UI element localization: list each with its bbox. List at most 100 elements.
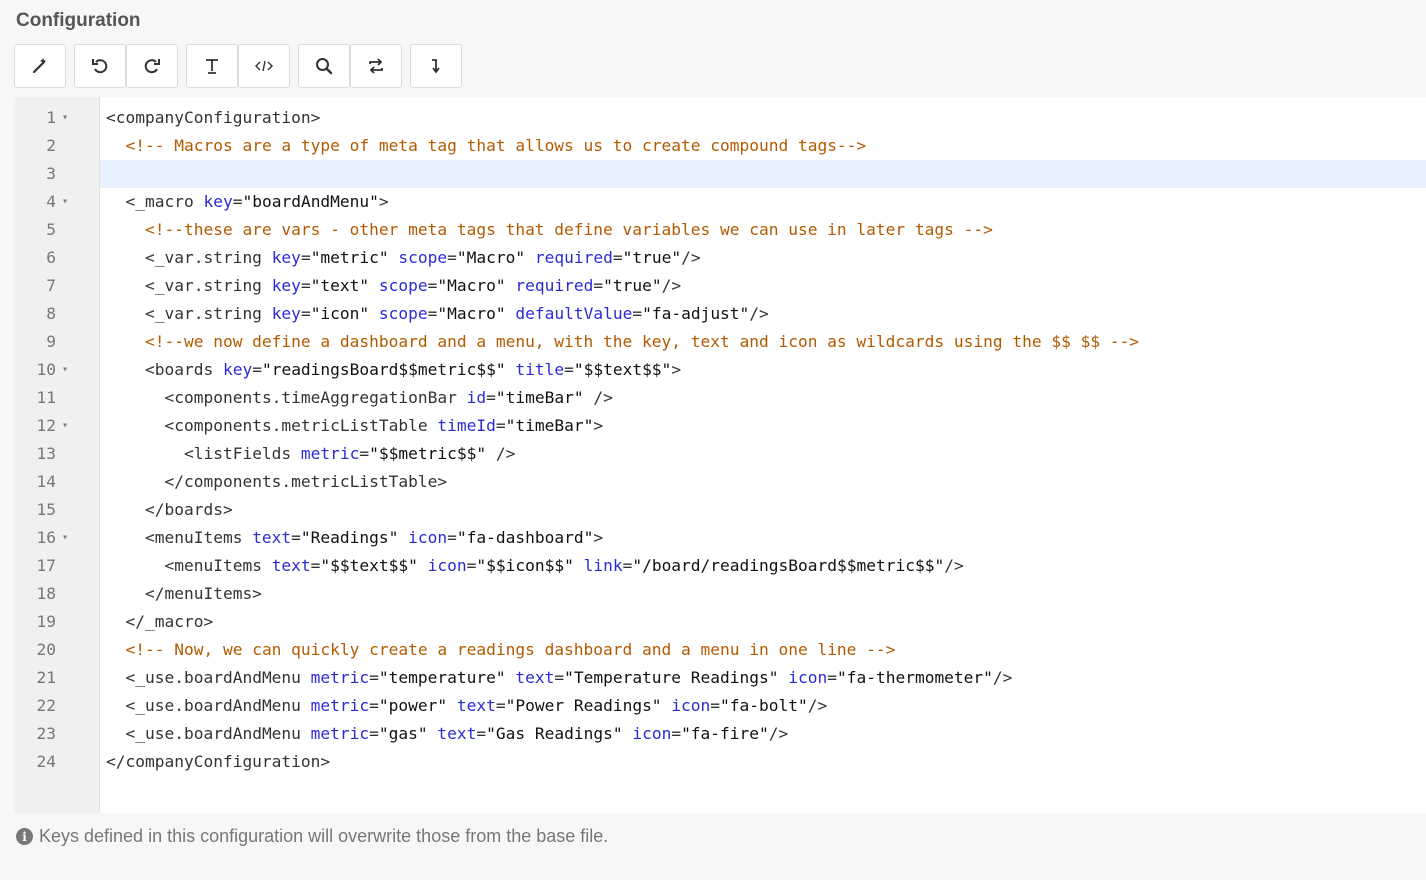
code-token: link (583, 556, 623, 575)
code-token: "true" (622, 248, 682, 267)
code-line[interactable]: 8 <_var.string key="icon" scope="Macro" … (14, 300, 1426, 328)
code-token: scope (398, 248, 448, 267)
code-token: title (515, 360, 565, 379)
code-token: "fa-adjust" (642, 304, 750, 323)
code-token: "readingsBoard$$metric$$" (261, 360, 506, 379)
code-line[interactable]: 7 <_var.string key="text" scope="Macro" … (14, 272, 1426, 300)
undo-button[interactable] (74, 44, 126, 88)
replace-button[interactable] (350, 44, 402, 88)
code-token: "$$metric$$" (369, 444, 487, 463)
redo-button[interactable] (126, 44, 178, 88)
code-line[interactable]: 24 </companyConfiguration> (14, 748, 1426, 776)
fold-toggle-icon[interactable]: ▾ (62, 524, 68, 552)
code-line[interactable]: 12 ▾ <components.metricListTable timeId="… (14, 412, 1426, 440)
code-line[interactable]: 22 <_use.boardAndMenu metric="power" tex… (14, 692, 1426, 720)
fold-toggle-icon[interactable]: ▾ (62, 356, 68, 384)
code-token: "Readings" (300, 528, 399, 547)
code-text: </_macro> (106, 608, 214, 636)
code-line[interactable]: 10 ▾ <boards key="readingsBoard$$metric$$… (14, 356, 1426, 384)
code-token: = (486, 388, 496, 407)
code-line[interactable]: 3 (14, 160, 1426, 188)
code-editor[interactable]: 1 ▾ <companyConfiguration> 2 <!-- Macros ar… (14, 97, 1426, 813)
code-text: <_var.string key="text" scope="Macro" re… (106, 272, 681, 300)
code-token: <!--we now define a dashboard and a menu… (144, 332, 1140, 351)
code-text: <_use.boardAndMenu metric="gas" text="Ga… (106, 720, 789, 748)
code-line[interactable]: 1 ▾ <companyConfiguration> (14, 104, 1426, 132)
code-line[interactable]: 6 <_var.string key="metric" scope="Macro… (14, 244, 1426, 272)
code-line[interactable]: 13 <listFields metric="$$metric$$" /> (14, 440, 1426, 468)
code-token: = (466, 556, 477, 575)
redo-icon (144, 59, 160, 74)
code-token: </_macro> (125, 612, 214, 631)
editor-toolbar (14, 44, 462, 88)
code-token: <_use.boardAndMenu (125, 668, 311, 687)
code-token: <boards (144, 360, 223, 379)
code-token: = (300, 248, 311, 267)
search-button[interactable] (298, 44, 350, 88)
line-number: 21 (36, 668, 57, 687)
code-line[interactable]: 15 </boards> (14, 496, 1426, 524)
code-text: <listFields metric="$$metric$$" /> (106, 440, 515, 468)
code-token: = (671, 724, 682, 743)
goto-line-icon (432, 59, 440, 74)
code-token: = (447, 248, 457, 267)
code-line[interactable]: 17 <menuItems text="$$text$$" icon="$$ic… (14, 552, 1426, 580)
code-token: /> (661, 276, 682, 295)
code-line[interactable]: 18 </menuItems> (14, 580, 1426, 608)
line-number: 23 (36, 724, 57, 743)
line-number: 12 (36, 416, 57, 435)
fold-toggle-icon[interactable]: ▾ (62, 104, 68, 132)
line-number: 10 (36, 360, 57, 379)
search-icon (316, 58, 333, 75)
code-token: </menuItems> (144, 584, 262, 603)
line-number: 9 (46, 332, 56, 351)
code-token: <menuItems (144, 528, 253, 547)
code-token: = (612, 248, 623, 267)
code-token: = (369, 696, 379, 715)
text-button[interactable] (186, 44, 238, 88)
code-line[interactable]: 11 <components.timeAggregationBar id="ti… (14, 384, 1426, 412)
code-token: = (291, 528, 301, 547)
code-token: scope (378, 304, 428, 323)
code-line[interactable]: 14 </components.metricListTable> (14, 468, 1426, 496)
code-token: = (369, 668, 379, 687)
format-button[interactable] (14, 44, 66, 88)
code-line[interactable]: 4 ▾ <_macro key="boardAndMenu"> (14, 188, 1426, 216)
code-text: <_var.string key="icon" scope="Macro" de… (106, 300, 769, 328)
code-token: <_var.string (144, 248, 272, 267)
code-line[interactable]: 5 <!--these are vars - other meta tags t… (14, 216, 1426, 244)
code-line[interactable]: 9 <!--we now define a dashboard and a me… (14, 328, 1426, 356)
code-token: icon (671, 696, 711, 715)
code-token: text (456, 696, 496, 715)
code-line[interactable]: 23 <_use.boardAndMenu metric="gas" text=… (14, 720, 1426, 748)
code-line[interactable]: 16 ▾ <menuItems text="Readings" icon="fa-… (14, 524, 1426, 552)
code-token: icon (427, 556, 467, 575)
code-text: <components.metricListTable timeId="time… (106, 412, 603, 440)
code-token: = (593, 276, 604, 295)
code-line[interactable]: 19 </_macro> (14, 608, 1426, 636)
code-token: > (593, 416, 604, 435)
code-line[interactable]: 21 <_use.boardAndMenu metric="temperatur… (14, 664, 1426, 692)
code-text: <_macro key="boardAndMenu"> (106, 188, 389, 216)
code-line[interactable]: 2 <!-- Macros are a type of meta tag tha… (14, 132, 1426, 160)
goto-line-button[interactable] (410, 44, 462, 88)
code-text: <!--these are vars - other meta tags tha… (106, 216, 993, 244)
fold-toggle-icon[interactable]: ▾ (62, 412, 68, 440)
code-token: = (232, 192, 243, 211)
fold-toggle-icon[interactable]: ▾ (62, 188, 68, 216)
code-token: "fa-dashboard" (456, 528, 594, 547)
code-button[interactable] (238, 44, 290, 88)
code-line[interactable]: 20 <!-- Now, we can quickly create a rea… (14, 636, 1426, 664)
